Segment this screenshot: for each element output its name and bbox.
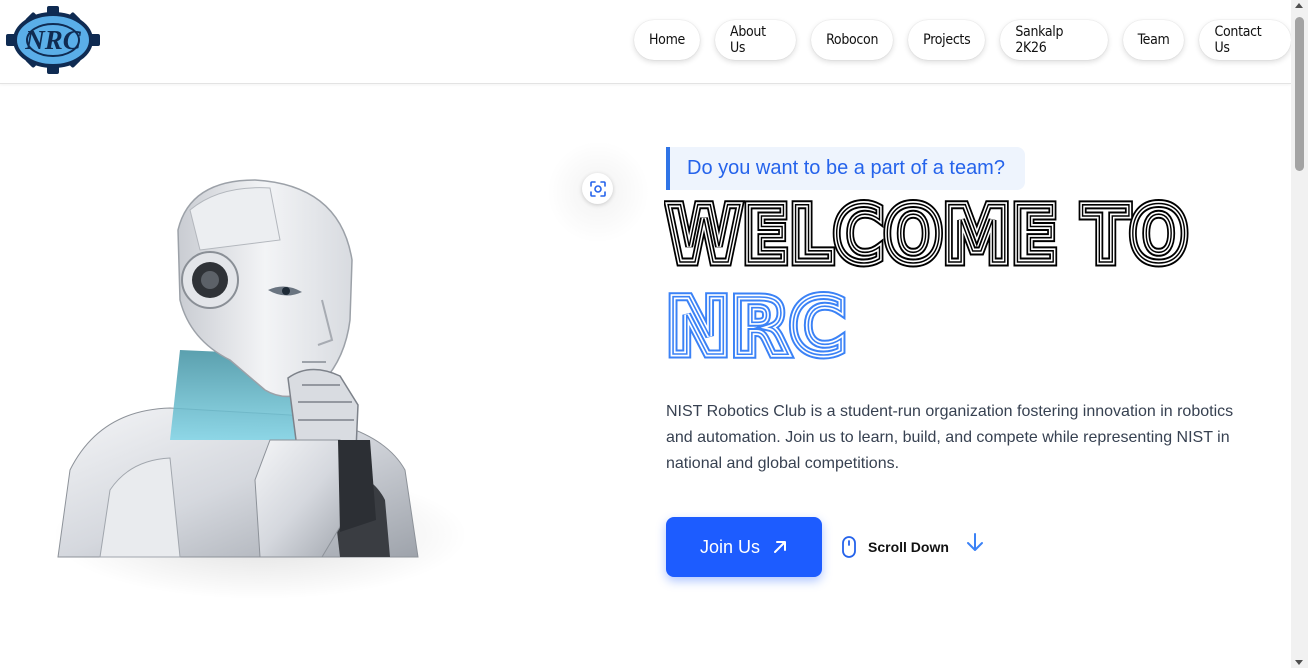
nav-sankalp[interactable]: Sankalp 2K26 xyxy=(1000,20,1108,60)
nav-projects[interactable]: Projects xyxy=(908,20,986,60)
mouse-icon xyxy=(842,536,856,558)
join-us-label: Join Us xyxy=(699,536,761,557)
nav-home[interactable]: Home xyxy=(634,20,701,60)
arrow-down-icon xyxy=(966,533,983,551)
hero-tagline: Do you want to be a part of a team? xyxy=(666,147,1025,190)
site-header: NRC Home About Us Robocon Projects Sanka… xyxy=(0,0,1291,84)
nav-contact-us[interactable]: Contact Us xyxy=(1199,20,1291,60)
focus-scan-icon xyxy=(589,180,606,197)
hero-heading-nrc: NRC NRC NRC xyxy=(664,282,851,366)
scroll-down-link[interactable]: Scroll Down xyxy=(840,532,985,562)
welcome-core-stroke: WELCOME TO xyxy=(666,191,1188,274)
hero-heading-welcome: WELCOME TO WELCOME TO WELCOME TO xyxy=(664,190,1193,274)
robot-image xyxy=(40,140,470,610)
scroll-down-label: Scroll Down xyxy=(868,539,949,555)
nrc-core-stroke: NRC xyxy=(666,283,846,366)
nav-team[interactable]: Team xyxy=(1122,20,1185,60)
main-nav: Home About Us Robocon Projects Sankalp 2… xyxy=(634,20,1291,60)
scroll-thumb[interactable] xyxy=(1295,17,1304,171)
logo-text: NRC xyxy=(24,25,82,55)
image-focus-button[interactable] xyxy=(582,173,613,204)
scroll-down-arrow-icon[interactable] xyxy=(1295,660,1303,665)
arrow-up-right-icon xyxy=(774,541,787,553)
nav-robocon[interactable]: Robocon xyxy=(811,20,894,60)
scroll-up-arrow-icon[interactable] xyxy=(1295,3,1303,8)
nrc-logo[interactable]: NRC xyxy=(6,6,100,74)
page-scrollbar[interactable] xyxy=(1291,0,1308,668)
nav-about-us[interactable]: About Us xyxy=(715,20,797,60)
join-us-button[interactable]: Join Us xyxy=(666,517,822,577)
hero-description: NIST Robotics Club is a student-run orga… xyxy=(666,403,1234,472)
